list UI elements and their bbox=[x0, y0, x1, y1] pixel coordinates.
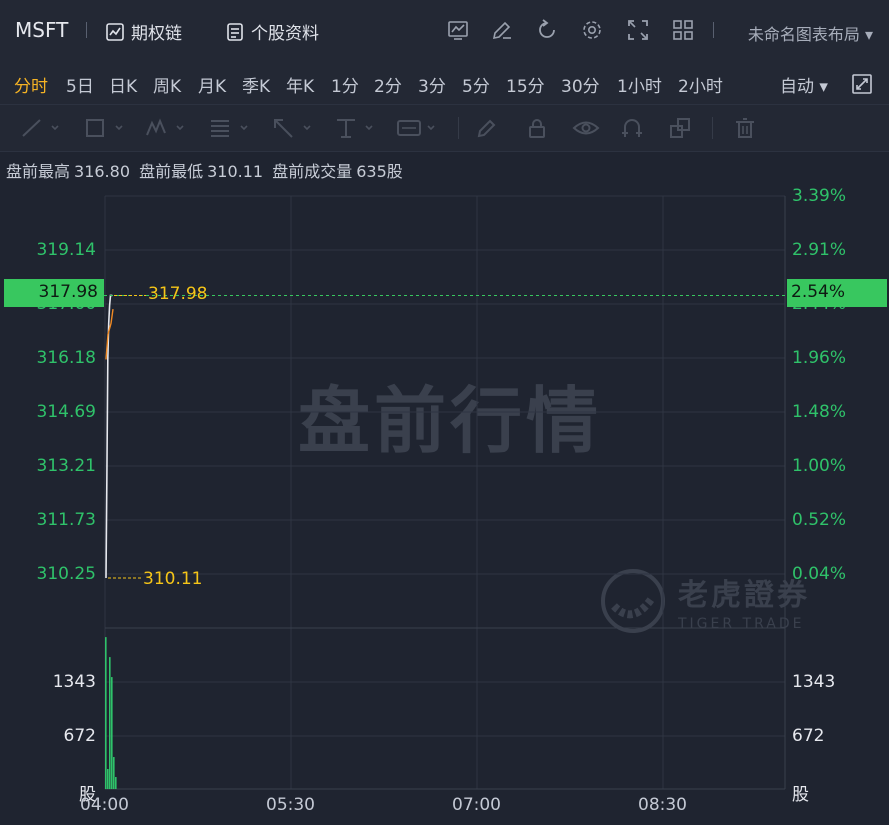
volume-bar bbox=[109, 657, 111, 789]
volume-tick: 672 bbox=[63, 726, 96, 746]
price-tick: 311.73 bbox=[36, 510, 96, 530]
pct-tick: 0.04% bbox=[792, 564, 847, 584]
low-marker-label: 310.11 bbox=[143, 569, 203, 589]
volume-bar bbox=[113, 757, 115, 789]
pct-tick: 1.00% bbox=[792, 456, 847, 476]
time-tick: 05:30 bbox=[266, 795, 315, 815]
volume-tick: 1343 bbox=[792, 672, 836, 692]
price-chart[interactable] bbox=[0, 0, 889, 825]
volume-bar bbox=[105, 637, 107, 789]
volume-bar bbox=[111, 677, 113, 789]
pct-tick: 0.52% bbox=[792, 510, 847, 530]
pct-tick: 1.96% bbox=[792, 348, 847, 368]
volume-bar bbox=[115, 777, 117, 789]
volume-bar bbox=[107, 769, 109, 789]
price-tick: 310.25 bbox=[36, 564, 96, 584]
volume-unit: 股 bbox=[792, 785, 809, 805]
price-tick: 316.18 bbox=[36, 348, 96, 368]
price-tick: 313.21 bbox=[36, 456, 96, 476]
price-tick: 314.69 bbox=[36, 402, 96, 422]
current-pct-tag: 2.54% bbox=[787, 279, 887, 307]
volume-bars bbox=[105, 637, 117, 789]
time-tick: 04:00 bbox=[80, 795, 129, 815]
pct-tick: 1.48% bbox=[792, 402, 847, 422]
time-tick: 07:00 bbox=[452, 795, 501, 815]
current-price-tag: 317.98 bbox=[4, 279, 104, 307]
price-lines bbox=[104, 294, 787, 579]
price-line bbox=[105, 294, 113, 579]
volume-tick: 1343 bbox=[52, 672, 96, 692]
pct-tick: 2.91% bbox=[792, 240, 847, 260]
volume-tick: 672 bbox=[792, 726, 825, 746]
price-tick: 319.14 bbox=[36, 240, 96, 260]
time-tick: 08:30 bbox=[638, 795, 687, 815]
pct-tick: 3.39% bbox=[792, 186, 847, 206]
high-marker-label: 317.98 bbox=[148, 284, 208, 304]
